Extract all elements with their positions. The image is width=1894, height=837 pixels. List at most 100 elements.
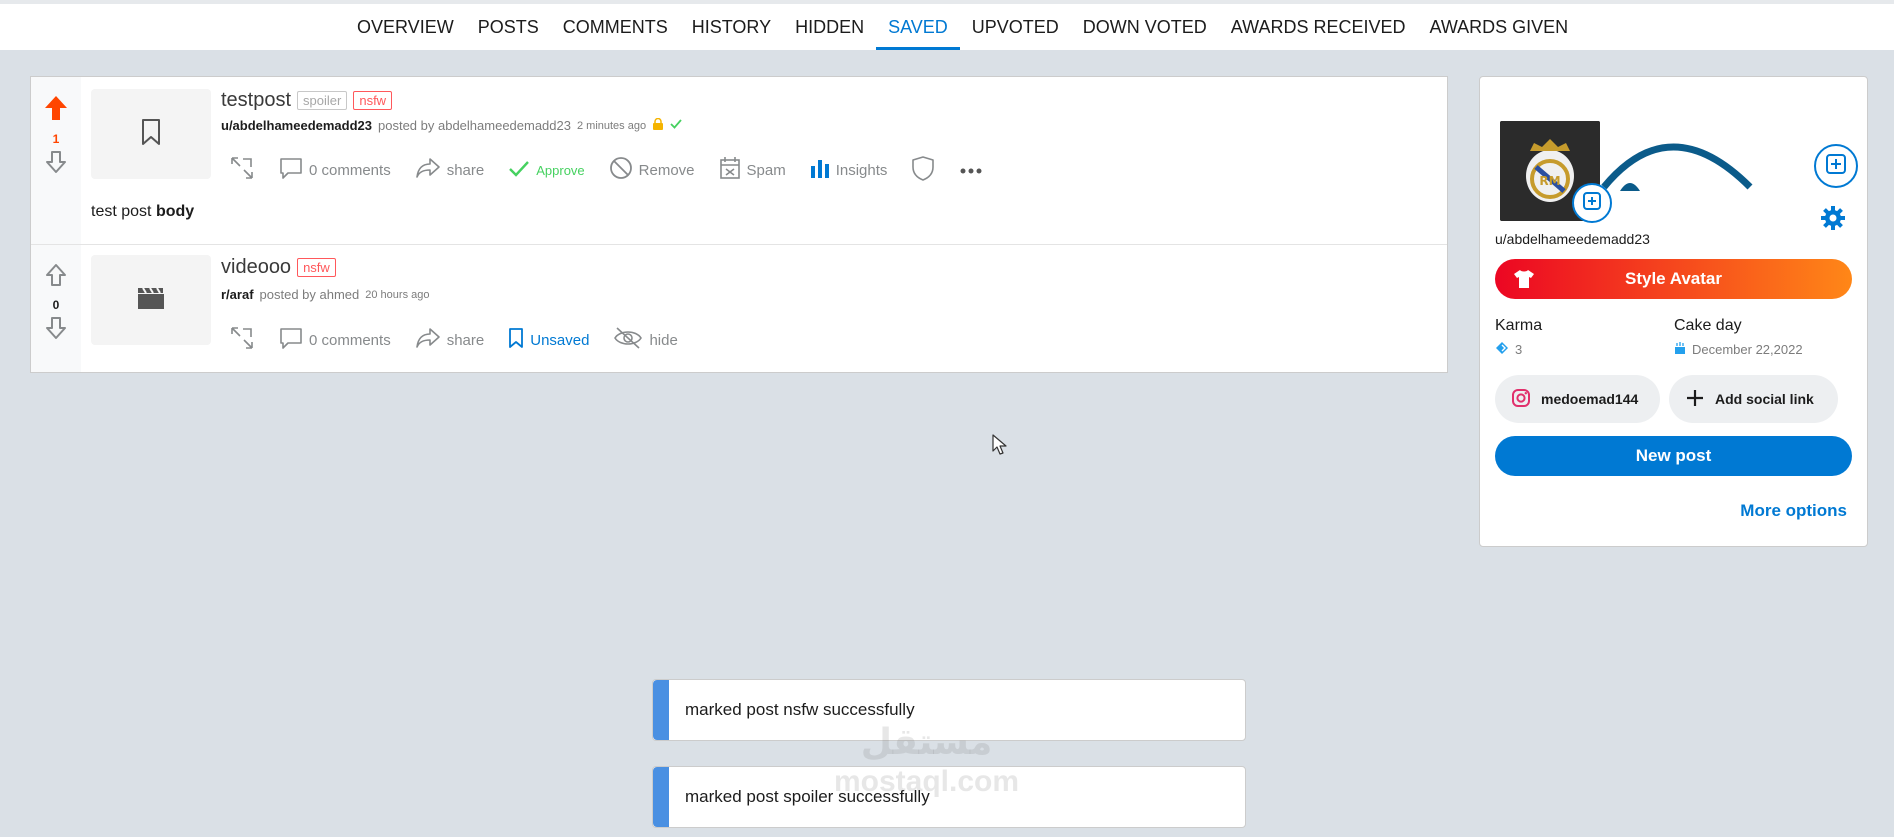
profile-card: RM u/abdelhameedemadd23 Style Avatar Kar… [1479, 76, 1868, 547]
post-author-link[interactable]: u/abdelhameedemadd23 [221, 118, 372, 133]
karma-value-row: 3 [1495, 341, 1542, 358]
unsaved-label: Unsaved [530, 331, 590, 349]
tab-history[interactable]: HISTORY [680, 4, 783, 50]
remove-label: Remove [638, 161, 695, 179]
style-avatar-button[interactable]: Style Avatar [1495, 259, 1852, 299]
comments-button[interactable]: 0 comments [279, 326, 391, 354]
comment-icon [279, 326, 303, 354]
share-label: share [446, 331, 485, 349]
watermark: مستقل mostaql.com [834, 722, 1019, 802]
toast-accent-bar [653, 767, 669, 827]
mod-shield-button[interactable] [911, 155, 935, 185]
approve-button[interactable]: Approve [508, 160, 585, 181]
approved-check-icon [670, 118, 682, 133]
unsave-button[interactable]: Unsaved [508, 327, 589, 353]
share-label: share [446, 161, 485, 179]
tab-upvoted[interactable]: UPVOTED [960, 4, 1071, 50]
instagram-handle: medoemad144 [1541, 391, 1639, 407]
tab-overview[interactable]: OVERVIEW [345, 4, 466, 50]
post-body-text: test post [91, 203, 152, 220]
subreddit-link[interactable]: r/araf [221, 287, 254, 302]
tab-comments[interactable]: COMMENTS [551, 4, 680, 50]
expand-button[interactable] [229, 155, 255, 185]
expand-icon [229, 325, 255, 355]
cakeday-value-row: December 22,2022 [1674, 341, 1803, 358]
add-avatar-button[interactable] [1572, 183, 1612, 223]
post-card[interactable]: 0 videooo nsfw r/araf posted by ahmed 20… [31, 245, 1447, 372]
comments-button[interactable]: 0 comments [279, 156, 391, 184]
tab-list: OVERVIEW POSTS COMMENTS HISTORY HIDDEN S… [345, 4, 1580, 50]
vote-score: 0 [52, 298, 60, 312]
ellipsis-icon [959, 162, 983, 179]
cakeday-stat: Cake day December 22,2022 [1674, 317, 1803, 358]
downvote-arrow-icon[interactable] [45, 150, 67, 179]
post-actions: 0 comments share Unsaved hide [229, 325, 702, 355]
tshirt-icon [1513, 269, 1535, 294]
expand-icon [229, 155, 255, 185]
share-button[interactable]: share [415, 156, 485, 184]
gear-icon[interactable] [1820, 205, 1846, 236]
cakeday-label: Cake day [1674, 317, 1742, 334]
tab-awards-given[interactable]: AWARDS GIVEN [1418, 4, 1581, 50]
cakeday-value: December 22,2022 [1692, 342, 1803, 357]
more-actions-button[interactable] [959, 162, 983, 179]
post-card[interactable]: 1 testpost spoiler nsfw u/abdelhameedema… [31, 77, 1447, 245]
saved-posts-list: 1 testpost spoiler nsfw u/abdelhameedema… [30, 76, 1448, 373]
new-post-button[interactable]: New post [1495, 436, 1852, 476]
add-social-link-button[interactable]: Add social link [1669, 375, 1838, 423]
tab-hidden[interactable]: HIDDEN [783, 4, 876, 50]
post-title[interactable]: testpost [221, 89, 291, 112]
spam-button[interactable]: Spam [719, 156, 786, 184]
spam-label: Spam [746, 161, 786, 179]
hide-button[interactable]: hide [613, 326, 678, 354]
profile-tab-bar: OVERVIEW POSTS COMMENTS HISTORY HIDDEN S… [0, 0, 1894, 50]
nsfw-tag: nsfw [297, 258, 336, 277]
share-button[interactable]: share [415, 326, 485, 354]
add-social-label: Add social link [1715, 391, 1814, 407]
nsfw-tag: nsfw [353, 91, 393, 110]
post-meta: u/abdelhameedemadd23 posted by abdelhame… [221, 117, 682, 133]
more-options-link[interactable]: More options [1740, 501, 1847, 521]
hide-label: hide [649, 331, 678, 349]
tab-saved[interactable]: SAVED [876, 4, 960, 50]
post-title-row: testpost spoiler nsfw [221, 89, 393, 112]
instagram-icon [1511, 388, 1531, 411]
add-banner-button[interactable] [1814, 144, 1858, 188]
banner-arc-icon [1600, 117, 1760, 202]
insights-label: Insights [835, 161, 888, 179]
tab-awards-received[interactable]: AWARDS RECEIVED [1219, 4, 1418, 50]
cake-icon [1674, 341, 1686, 358]
remove-button[interactable]: Remove [609, 156, 695, 184]
mouse-cursor-icon [992, 434, 1008, 461]
bookmark-icon [140, 118, 162, 151]
instagram-link[interactable]: medoemad144 [1495, 375, 1660, 423]
post-body: test post body [91, 203, 194, 221]
toast-message: marked post nsfw successfully [685, 700, 915, 719]
tab-down-voted[interactable]: DOWN VOTED [1071, 4, 1219, 50]
approve-label: Approve [536, 162, 585, 178]
spam-calendar-icon [719, 156, 741, 184]
spoiler-tag: spoiler [297, 91, 348, 110]
post-thumbnail[interactable] [91, 89, 211, 179]
bar-chart-icon [810, 158, 830, 182]
post-meta: r/araf posted by ahmed 20 hours ago [221, 287, 429, 302]
style-avatar-label: Style Avatar [1624, 269, 1722, 288]
downvote-arrow-icon[interactable] [45, 316, 67, 345]
vote-score: 1 [52, 132, 60, 146]
comment-icon [279, 156, 303, 184]
upvote-arrow-icon[interactable] [44, 95, 68, 126]
karma-icon [1495, 341, 1509, 358]
vote-column: 0 [31, 245, 81, 372]
upvote-arrow-icon[interactable] [45, 263, 67, 292]
posted-by-text: posted by ahmed [259, 287, 360, 302]
post-thumbnail[interactable] [91, 255, 211, 345]
vote-column: 1 [31, 77, 81, 244]
check-icon [508, 160, 530, 181]
lock-icon [652, 117, 664, 133]
post-title[interactable]: videooo [221, 256, 291, 279]
expand-button[interactable] [229, 325, 255, 355]
tab-posts[interactable]: POSTS [466, 4, 551, 50]
insights-button[interactable]: Insights [810, 158, 888, 182]
video-clapper-icon [137, 286, 165, 315]
karma-stat: Karma 3 [1495, 317, 1542, 358]
